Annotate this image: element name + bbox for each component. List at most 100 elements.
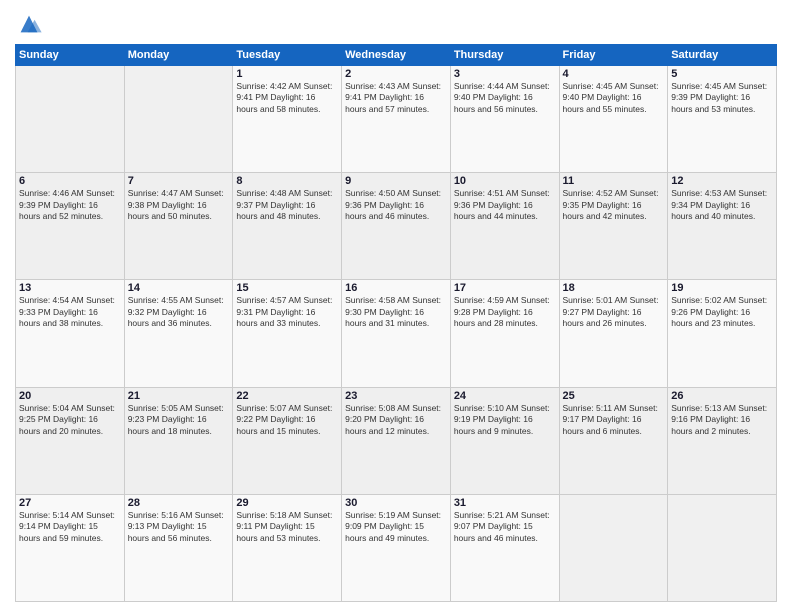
day-info: Sunrise: 4:52 AM Sunset: 9:35 PM Dayligh… [563,188,665,222]
calendar-cell: 24Sunrise: 5:10 AM Sunset: 9:19 PM Dayli… [450,387,559,494]
day-info: Sunrise: 4:45 AM Sunset: 9:40 PM Dayligh… [563,81,665,115]
weekday-header-row: SundayMondayTuesdayWednesdayThursdayFrid… [16,45,777,66]
calendar-cell: 3Sunrise: 4:44 AM Sunset: 9:40 PM Daylig… [450,66,559,173]
day-info: Sunrise: 4:43 AM Sunset: 9:41 PM Dayligh… [345,81,447,115]
calendar-cell: 9Sunrise: 4:50 AM Sunset: 9:36 PM Daylig… [342,173,451,280]
calendar-cell: 5Sunrise: 4:45 AM Sunset: 9:39 PM Daylig… [668,66,777,173]
day-number: 15 [236,282,338,294]
day-info: Sunrise: 4:42 AM Sunset: 9:41 PM Dayligh… [236,81,338,115]
calendar-cell: 23Sunrise: 5:08 AM Sunset: 9:20 PM Dayli… [342,387,451,494]
calendar-cell: 7Sunrise: 4:47 AM Sunset: 9:38 PM Daylig… [124,173,233,280]
calendar-cell [124,66,233,173]
day-number: 9 [345,175,447,187]
calendar-cell: 20Sunrise: 5:04 AM Sunset: 9:25 PM Dayli… [16,387,125,494]
day-number: 24 [454,390,556,402]
calendar-cell: 26Sunrise: 5:13 AM Sunset: 9:16 PM Dayli… [668,387,777,494]
day-number: 4 [563,68,665,80]
calendar-cell: 8Sunrise: 4:48 AM Sunset: 9:37 PM Daylig… [233,173,342,280]
weekday-header: Wednesday [342,45,451,66]
day-number: 16 [345,282,447,294]
calendar-cell: 27Sunrise: 5:14 AM Sunset: 9:14 PM Dayli… [16,494,125,601]
calendar-cell [668,494,777,601]
calendar-cell: 1Sunrise: 4:42 AM Sunset: 9:41 PM Daylig… [233,66,342,173]
day-number: 6 [19,175,121,187]
day-info: Sunrise: 4:57 AM Sunset: 9:31 PM Dayligh… [236,295,338,329]
day-number: 1 [236,68,338,80]
day-number: 18 [563,282,665,294]
day-info: Sunrise: 4:50 AM Sunset: 9:36 PM Dayligh… [345,188,447,222]
weekday-header: Saturday [668,45,777,66]
weekday-header: Tuesday [233,45,342,66]
day-number: 21 [128,390,230,402]
day-number: 26 [671,390,773,402]
day-info: Sunrise: 5:02 AM Sunset: 9:26 PM Dayligh… [671,295,773,329]
day-info: Sunrise: 4:54 AM Sunset: 9:33 PM Dayligh… [19,295,121,329]
calendar-cell: 19Sunrise: 5:02 AM Sunset: 9:26 PM Dayli… [668,280,777,387]
calendar-cell: 22Sunrise: 5:07 AM Sunset: 9:22 PM Dayli… [233,387,342,494]
day-number: 5 [671,68,773,80]
day-info: Sunrise: 5:05 AM Sunset: 9:23 PM Dayligh… [128,403,230,437]
calendar-cell: 10Sunrise: 4:51 AM Sunset: 9:36 PM Dayli… [450,173,559,280]
calendar-cell: 28Sunrise: 5:16 AM Sunset: 9:13 PM Dayli… [124,494,233,601]
day-number: 31 [454,497,556,509]
header [15,10,777,38]
calendar-cell: 21Sunrise: 5:05 AM Sunset: 9:23 PM Dayli… [124,387,233,494]
calendar-cell: 6Sunrise: 4:46 AM Sunset: 9:39 PM Daylig… [16,173,125,280]
day-number: 11 [563,175,665,187]
day-number: 20 [19,390,121,402]
calendar-cell: 16Sunrise: 4:58 AM Sunset: 9:30 PM Dayli… [342,280,451,387]
weekday-header: Sunday [16,45,125,66]
calendar-cell: 31Sunrise: 5:21 AM Sunset: 9:07 PM Dayli… [450,494,559,601]
day-number: 27 [19,497,121,509]
calendar-cell: 14Sunrise: 4:55 AM Sunset: 9:32 PM Dayli… [124,280,233,387]
day-info: Sunrise: 5:10 AM Sunset: 9:19 PM Dayligh… [454,403,556,437]
day-number: 8 [236,175,338,187]
day-number: 7 [128,175,230,187]
day-number: 10 [454,175,556,187]
weekday-header: Friday [559,45,668,66]
calendar-cell: 12Sunrise: 4:53 AM Sunset: 9:34 PM Dayli… [668,173,777,280]
day-info: Sunrise: 4:48 AM Sunset: 9:37 PM Dayligh… [236,188,338,222]
day-info: Sunrise: 5:19 AM Sunset: 9:09 PM Dayligh… [345,510,447,544]
weekday-header: Thursday [450,45,559,66]
day-number: 22 [236,390,338,402]
calendar-week-row: 1Sunrise: 4:42 AM Sunset: 9:41 PM Daylig… [16,66,777,173]
day-number: 13 [19,282,121,294]
day-number: 14 [128,282,230,294]
calendar-cell: 15Sunrise: 4:57 AM Sunset: 9:31 PM Dayli… [233,280,342,387]
day-number: 30 [345,497,447,509]
calendar-cell: 29Sunrise: 5:18 AM Sunset: 9:11 PM Dayli… [233,494,342,601]
day-info: Sunrise: 4:53 AM Sunset: 9:34 PM Dayligh… [671,188,773,222]
day-info: Sunrise: 4:55 AM Sunset: 9:32 PM Dayligh… [128,295,230,329]
calendar-table: SundayMondayTuesdayWednesdayThursdayFrid… [15,44,777,602]
day-info: Sunrise: 5:13 AM Sunset: 9:16 PM Dayligh… [671,403,773,437]
calendar-cell: 11Sunrise: 4:52 AM Sunset: 9:35 PM Dayli… [559,173,668,280]
day-info: Sunrise: 5:18 AM Sunset: 9:11 PM Dayligh… [236,510,338,544]
calendar-cell: 18Sunrise: 5:01 AM Sunset: 9:27 PM Dayli… [559,280,668,387]
calendar-cell: 17Sunrise: 4:59 AM Sunset: 9:28 PM Dayli… [450,280,559,387]
calendar-cell: 25Sunrise: 5:11 AM Sunset: 9:17 PM Dayli… [559,387,668,494]
calendar-week-row: 6Sunrise: 4:46 AM Sunset: 9:39 PM Daylig… [16,173,777,280]
calendar-cell: 2Sunrise: 4:43 AM Sunset: 9:41 PM Daylig… [342,66,451,173]
day-number: 25 [563,390,665,402]
day-number: 28 [128,497,230,509]
day-info: Sunrise: 5:11 AM Sunset: 9:17 PM Dayligh… [563,403,665,437]
calendar-cell: 13Sunrise: 4:54 AM Sunset: 9:33 PM Dayli… [16,280,125,387]
day-number: 3 [454,68,556,80]
calendar-cell: 4Sunrise: 4:45 AM Sunset: 9:40 PM Daylig… [559,66,668,173]
day-info: Sunrise: 4:47 AM Sunset: 9:38 PM Dayligh… [128,188,230,222]
day-info: Sunrise: 5:16 AM Sunset: 9:13 PM Dayligh… [128,510,230,544]
day-info: Sunrise: 4:59 AM Sunset: 9:28 PM Dayligh… [454,295,556,329]
day-info: Sunrise: 5:14 AM Sunset: 9:14 PM Dayligh… [19,510,121,544]
calendar-week-row: 27Sunrise: 5:14 AM Sunset: 9:14 PM Dayli… [16,494,777,601]
logo-icon [15,10,43,38]
calendar-week-row: 20Sunrise: 5:04 AM Sunset: 9:25 PM Dayli… [16,387,777,494]
day-info: Sunrise: 5:21 AM Sunset: 9:07 PM Dayligh… [454,510,556,544]
calendar-cell [16,66,125,173]
page: SundayMondayTuesdayWednesdayThursdayFrid… [0,0,792,612]
day-info: Sunrise: 4:45 AM Sunset: 9:39 PM Dayligh… [671,81,773,115]
calendar-cell [559,494,668,601]
day-number: 2 [345,68,447,80]
logo [15,10,47,38]
weekday-header: Monday [124,45,233,66]
